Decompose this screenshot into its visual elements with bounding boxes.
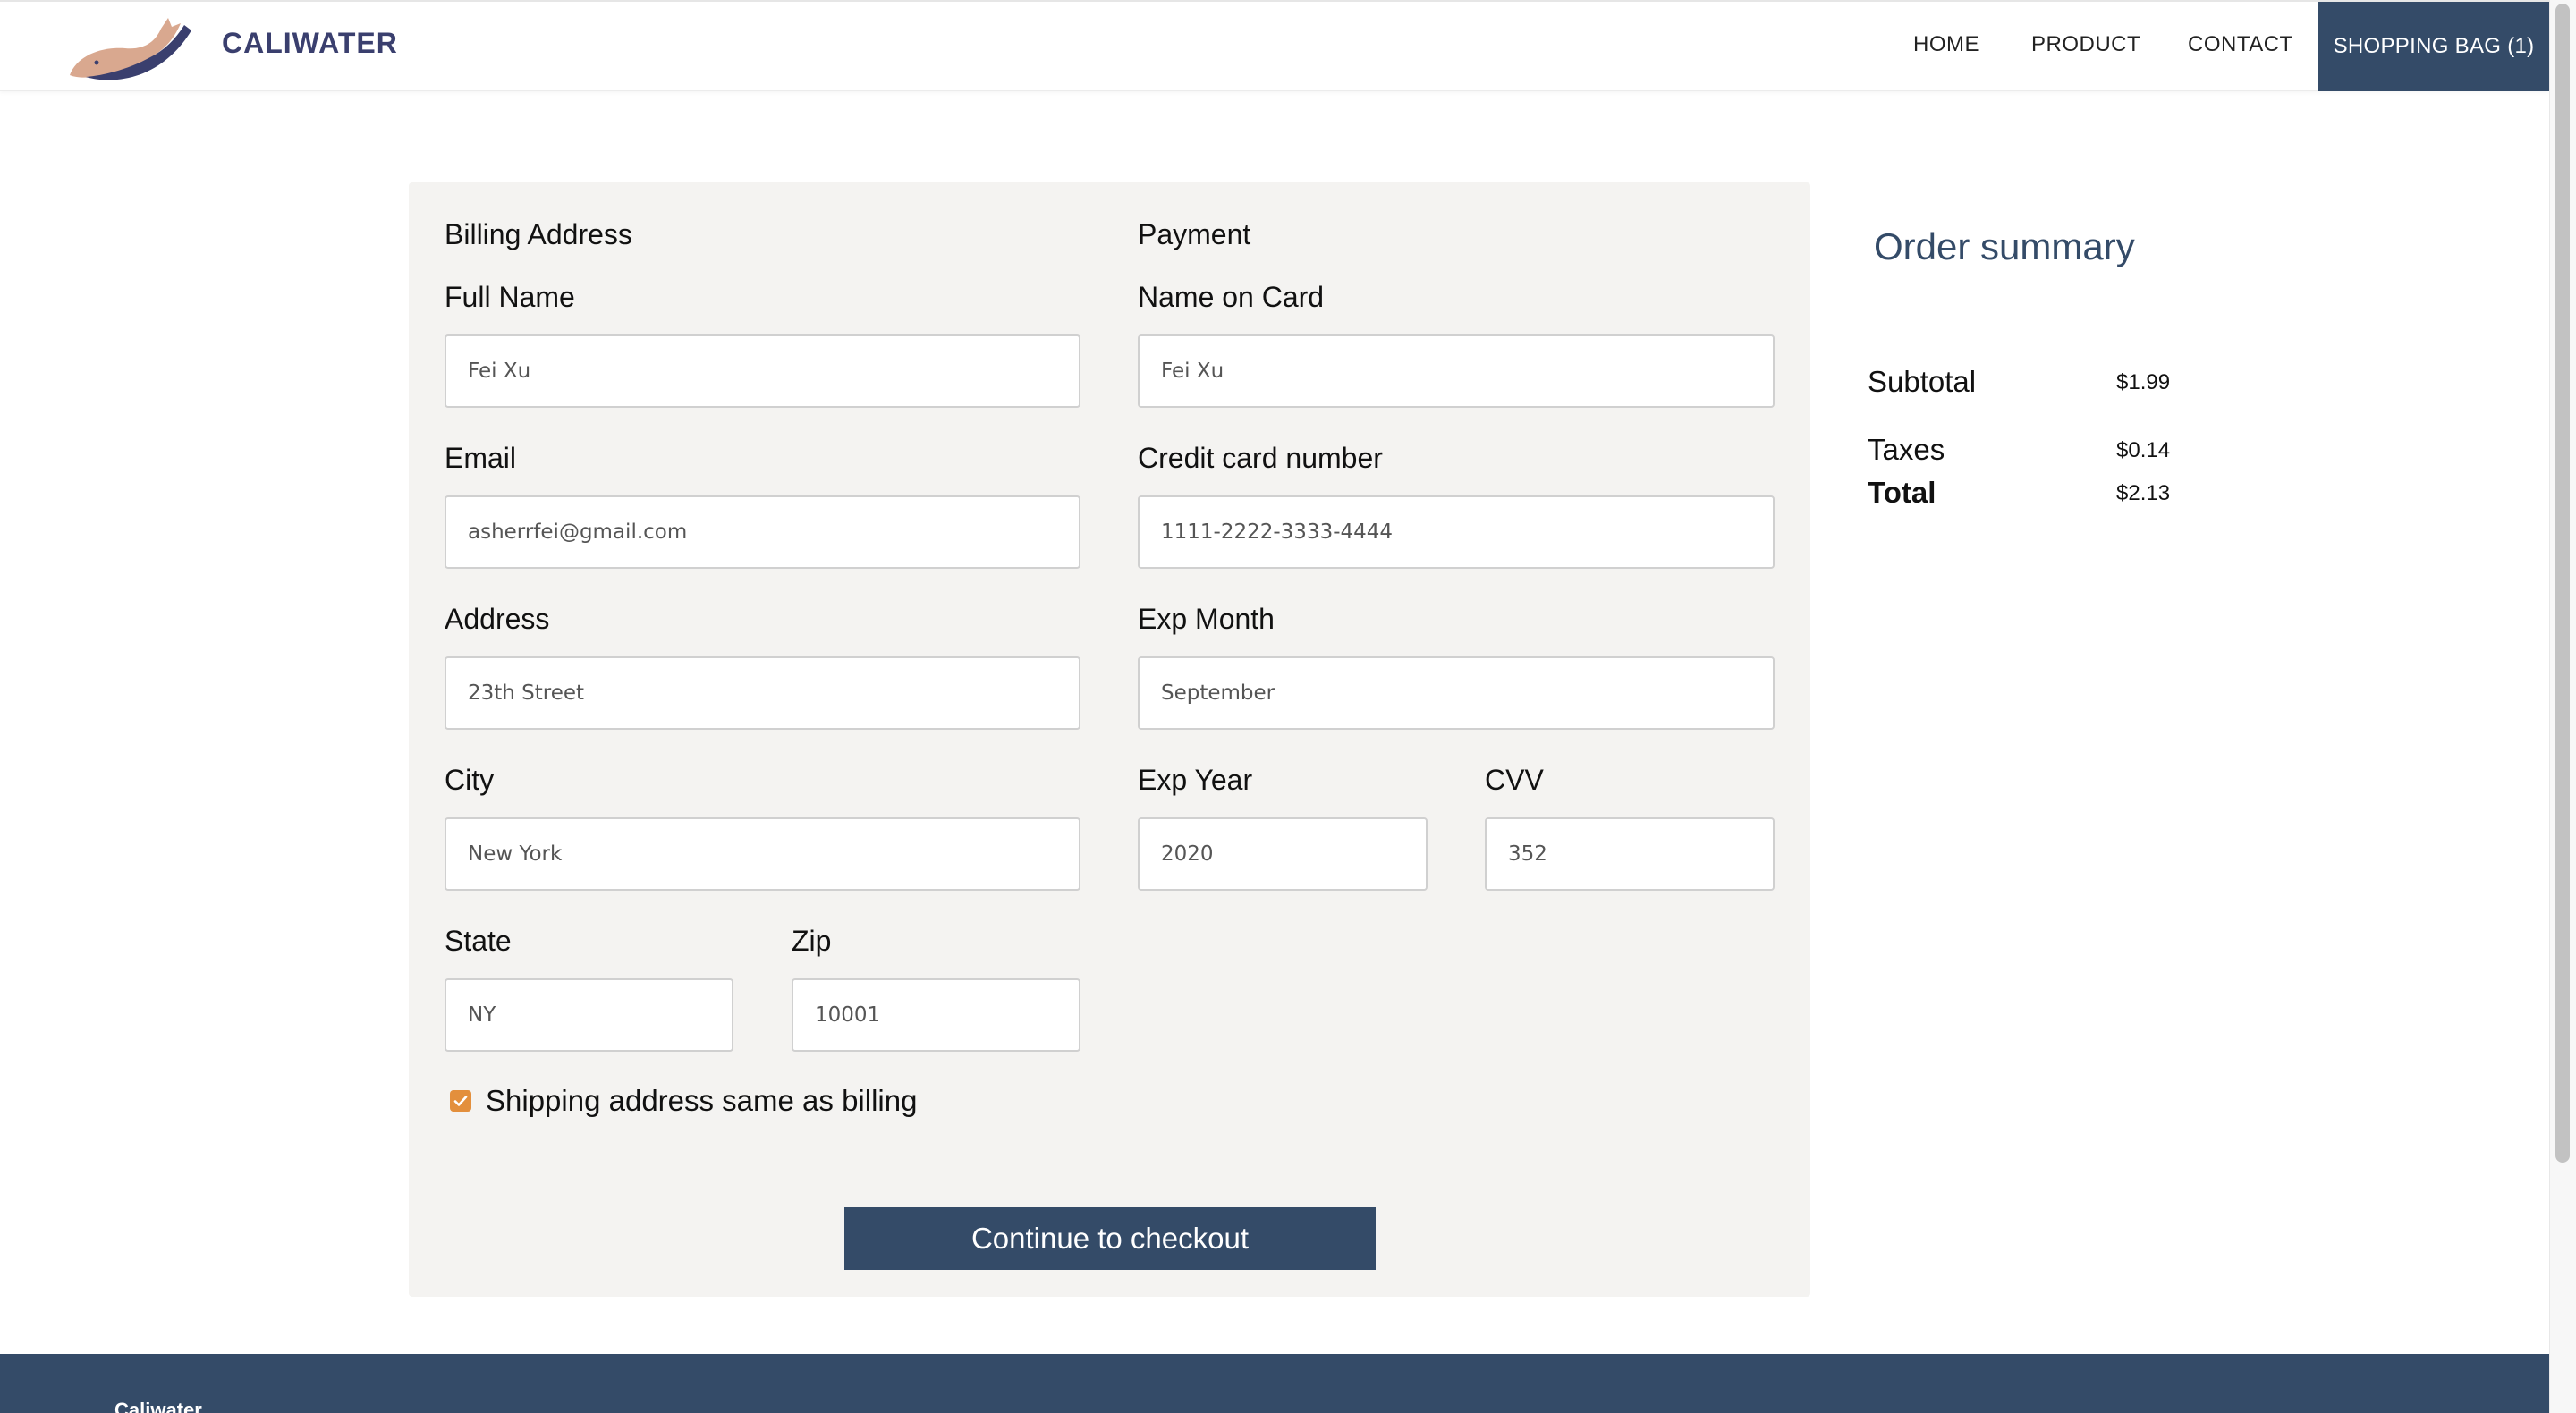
subtotal-label: Subtotal bbox=[1868, 365, 1977, 398]
checkmark-icon bbox=[453, 1096, 468, 1106]
address-input[interactable] bbox=[445, 656, 1080, 730]
same-as-billing-row[interactable]: Shipping address same as billing bbox=[450, 1084, 917, 1118]
card-number-input[interactable] bbox=[1138, 495, 1775, 569]
exp-year-input[interactable] bbox=[1138, 817, 1428, 891]
top-navbar: CALIWATER HOME PRODUCT CONTACT SHOPPING … bbox=[0, 0, 2549, 91]
footer: Caliwater bbox=[0, 1354, 2549, 1413]
state-label: State bbox=[445, 925, 512, 957]
same-as-billing-label[interactable]: Shipping address same as billing bbox=[486, 1084, 917, 1118]
order-summary-title: Order summary bbox=[1874, 225, 2135, 267]
brand-name[interactable]: CALIWATER bbox=[222, 27, 398, 60]
name-on-card-input[interactable] bbox=[1138, 334, 1775, 408]
cvv-label: CVV bbox=[1485, 764, 1544, 796]
exp-year-label: Exp Year bbox=[1138, 764, 1253, 796]
payment-section-title: Payment bbox=[1138, 218, 1251, 250]
city-input[interactable] bbox=[445, 817, 1080, 891]
cvv-input[interactable] bbox=[1485, 817, 1775, 891]
full-name-input[interactable] bbox=[445, 334, 1080, 408]
billing-section-title: Billing Address bbox=[445, 218, 632, 250]
continue-to-checkout-button[interactable]: Continue to checkout bbox=[844, 1207, 1376, 1270]
zip-input[interactable] bbox=[792, 978, 1080, 1052]
full-name-label: Full Name bbox=[445, 281, 575, 313]
address-label: Address bbox=[445, 603, 550, 635]
footer-brand: Caliwater bbox=[114, 1399, 202, 1413]
nav-product[interactable]: PRODUCT bbox=[2031, 32, 2140, 57]
email-label: Email bbox=[445, 442, 517, 474]
exp-month-input[interactable] bbox=[1138, 656, 1775, 730]
nav-home[interactable]: HOME bbox=[1913, 32, 1979, 57]
state-input[interactable] bbox=[445, 978, 733, 1052]
name-on-card-label: Name on Card bbox=[1138, 281, 1325, 313]
zip-label: Zip bbox=[792, 925, 832, 957]
exp-month-label: Exp Month bbox=[1138, 603, 1275, 635]
subtotal-value: $1.99 bbox=[2116, 370, 2171, 394]
nav-shopping-bag[interactable]: SHOPPING BAG (1) bbox=[2318, 2, 2549, 91]
nav-contact[interactable]: CONTACT bbox=[2188, 32, 2293, 57]
total-value: $2.13 bbox=[2116, 481, 2171, 505]
city-label: City bbox=[445, 764, 495, 796]
total-label: Total bbox=[1868, 476, 1936, 509]
card-number-label: Credit card number bbox=[1138, 442, 1383, 474]
whale-logo-icon[interactable] bbox=[68, 13, 193, 80]
taxes-value: $0.14 bbox=[2116, 438, 2171, 462]
same-as-billing-checkbox[interactable] bbox=[450, 1090, 471, 1112]
taxes-label: Taxes bbox=[1868, 433, 1945, 466]
email-input[interactable] bbox=[445, 495, 1080, 569]
scrollbar-thumb[interactable] bbox=[2555, 4, 2570, 1163]
